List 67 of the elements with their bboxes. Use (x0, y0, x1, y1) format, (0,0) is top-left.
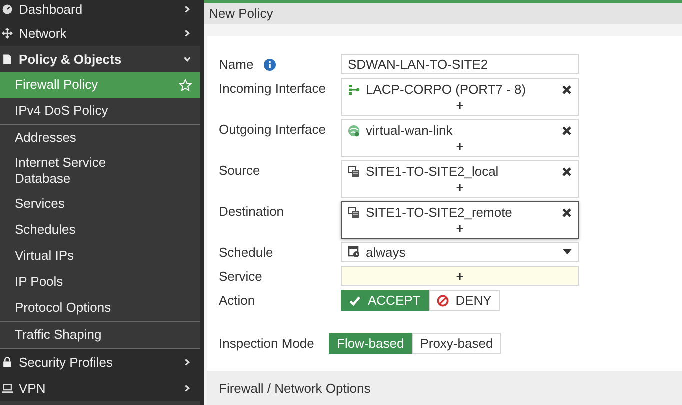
field-label: Name (219, 57, 254, 72)
sidebar-item[interactable]: Traffic Shaping (0, 322, 200, 348)
selected-entry: LACP-CORPO (PORT7 - 8) (366, 82, 528, 97)
globe-icon (348, 124, 360, 136)
add-entry[interactable]: + (453, 139, 467, 156)
selected-entry: SITE1-TO-SITE2_remote (366, 205, 514, 220)
multi-select-field[interactable]: SITE1-TO-SITE2_local + (341, 160, 579, 198)
sidebar-item[interactable]: Services (0, 191, 200, 217)
chevron-right-icon (183, 358, 192, 366)
multi-select-field[interactable]: virtual-wan-link + (341, 119, 579, 157)
name-input[interactable]: SDWAN-LAN-TO-SITE2 (341, 54, 579, 74)
multi-select-field[interactable]: SITE1-TO-SITE2_remote + (341, 201, 579, 239)
field-label: Outgoing Interface (219, 122, 326, 137)
address-group-icon (348, 206, 360, 218)
section-header[interactable]: Firewall / Network Options (207, 371, 682, 405)
sidebar-item[interactable]: IP Pools (0, 269, 200, 295)
chevron-right-icon (183, 28, 192, 38)
sidebar-group[interactable]: VPN (0, 375, 200, 401)
gauge-icon (2, 4, 13, 14)
chevron-down-icon (183, 54, 192, 64)
remove-icon[interactable] (562, 166, 572, 176)
sidebar-group[interactable]: Security Profiles (0, 349, 200, 375)
sidebar-group[interactable]: Network (0, 20, 200, 46)
chevron-right-icon (183, 4, 192, 14)
sidebar-item[interactable]: Protocol Options (0, 295, 200, 321)
remove-icon[interactable] (562, 208, 572, 218)
add-entry[interactable]: + (453, 221, 467, 238)
checkmark-icon (349, 294, 361, 306)
sidebar-item[interactable]: Internet Service Database (0, 151, 200, 191)
lock-icon (2, 356, 13, 368)
schedule-dropdown[interactable]: always (341, 242, 579, 262)
service-field[interactable]: + (341, 266, 579, 286)
info-icon[interactable] (264, 58, 276, 70)
sidebar-item[interactable]: IPv4 DoS Policy (0, 98, 200, 124)
selected-entry: SITE1-TO-SITE2_local (366, 164, 500, 179)
inspection-mode-option[interactable]: Flow-based (329, 333, 412, 354)
chevron-right-icon (183, 384, 192, 392)
field-label: Service (219, 269, 262, 284)
field-label: Action (219, 293, 256, 308)
block-icon (436, 294, 449, 306)
multi-select-field[interactable]: LACP-CORPO (PORT7 - 8) + (341, 78, 579, 116)
address-group-icon (348, 166, 360, 178)
selected-entry: virtual-wan-link (366, 123, 454, 138)
sidebar-item[interactable]: Schedules (0, 217, 200, 243)
field-label: Inspection Mode (219, 336, 316, 351)
action-option[interactable]: DENY (428, 290, 500, 311)
document-icon (2, 54, 13, 64)
page-title: New Policy (209, 6, 274, 21)
add-entry[interactable]: + (453, 180, 467, 197)
field-label: Source (219, 163, 260, 178)
calendar-clock-icon (348, 246, 360, 258)
field-label: Incoming Interface (219, 81, 326, 96)
remove-icon[interactable] (562, 126, 572, 136)
field-label: Destination (219, 204, 284, 219)
star-icon[interactable] (179, 78, 192, 92)
caret-icon (563, 249, 572, 255)
move-arrows-icon (2, 28, 13, 38)
remove-icon[interactable] (562, 84, 572, 94)
interface-icon (348, 84, 360, 96)
action-option[interactable]: ACCEPT (341, 290, 429, 311)
add-entry[interactable]: + (453, 98, 467, 115)
sidebar-item[interactable]: Addresses (0, 125, 200, 151)
inspection-mode-option[interactable]: Proxy-based (412, 333, 502, 354)
sidebar-group[interactable]: Dashboard (0, 0, 200, 20)
laptop-icon (2, 382, 13, 394)
field-label: Schedule (219, 245, 274, 260)
sidebar-item[interactable]: Virtual IPs (0, 243, 200, 269)
